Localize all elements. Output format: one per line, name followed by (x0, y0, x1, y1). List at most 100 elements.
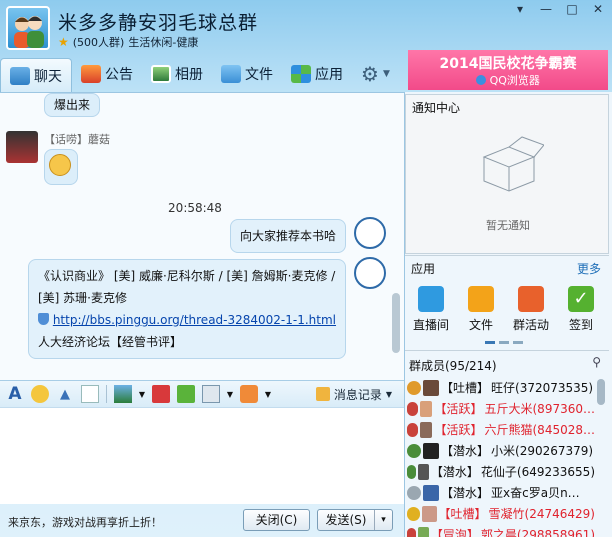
member-name: 雪凝竹(24746429) (488, 507, 595, 521)
app-activity[interactable]: 群活动 (509, 286, 553, 333)
member-row[interactable]: 【潜水】 小米(290267379) (407, 440, 595, 461)
role-icon (407, 422, 418, 437)
tab-files-label: 文件 (245, 67, 273, 83)
member-avatar (423, 442, 439, 459)
wizard-hat-icon[interactable]: ▲ (56, 385, 74, 403)
folder-icon (221, 65, 241, 83)
member-avatar (419, 400, 433, 417)
app-live[interactable]: 直播间 (409, 286, 453, 333)
member-name: 五斤大米(897360… (484, 402, 596, 416)
tab-announcement[interactable]: 公告 (72, 58, 142, 90)
close-button[interactable]: 关闭(C) (243, 509, 310, 531)
my-avatar[interactable] (354, 257, 386, 289)
app-files[interactable]: 文件 (459, 286, 503, 333)
search-icon[interactable]: ⚲ (592, 355, 601, 369)
apps-title: 应用 (411, 262, 436, 276)
member-name: 亚x奋c罗a贝n… (491, 486, 580, 500)
member-avatar (423, 379, 439, 396)
chevron-down-icon: ▼ (382, 69, 390, 79)
jd-promo-link[interactable]: 来京东，游戏对战再享折上折！ (8, 514, 162, 530)
member-avatar (418, 463, 429, 480)
skin-dropdown-button[interactable]: ▾ (510, 2, 530, 18)
my-avatar[interactable] (354, 217, 386, 249)
member-avatar (419, 421, 433, 438)
message-text: 向大家推荐本书哈 (240, 229, 337, 243)
message-input[interactable] (0, 408, 404, 504)
group-avatar[interactable] (6, 6, 50, 50)
chevron-down-icon[interactable]: ▼ (227, 385, 233, 403)
pager-dot[interactable] (499, 341, 509, 344)
role-icon (407, 485, 421, 500)
tab-chat-label: 聊天 (34, 68, 62, 85)
link-line: http://bbs.pinggu.org/thread-3284002-1-1… (38, 309, 336, 331)
sender-name[interactable]: 蘑菇 (88, 133, 110, 146)
message-timestamp: 20:58:48 (168, 201, 222, 215)
member-avatar (418, 526, 429, 537)
smiley-icon[interactable] (31, 385, 49, 403)
member-row[interactable]: 【活跃】 六斤熊猫(845028… (407, 419, 595, 440)
font-icon[interactable]: A (6, 384, 24, 404)
tab-files[interactable]: 文件 (212, 58, 282, 90)
emoji-icon (49, 154, 71, 176)
tab-apps-label: 应用 (315, 67, 343, 83)
history-label: 消息记录 (333, 387, 382, 402)
chevron-down-icon[interactable]: ▼ (139, 385, 145, 403)
apps-icon (291, 65, 311, 83)
note-icon[interactable] (81, 385, 99, 403)
message-history-button[interactable]: 消息记录 ▼ (315, 386, 392, 403)
title-bar: 米多多静安羽毛球总群 ★ (500人群) 生活休闲-健康 ▾ — □ ✕ (0, 0, 612, 56)
group-category[interactable]: 生活休闲-健康 (128, 34, 198, 50)
chat-scrollbar[interactable] (392, 293, 400, 353)
red-packet-icon[interactable] (152, 385, 170, 403)
settings-menu-button[interactable]: ⚙ ▼ (352, 58, 399, 90)
member-row[interactable]: 【吐槽】 旺仔(372073535) (407, 377, 595, 398)
role-icon (407, 443, 421, 458)
group-subline: ★ (500人群) 生活休闲-健康 (58, 34, 198, 50)
pager-dot[interactable] (485, 341, 495, 344)
ad-banner[interactable]: 2014国民校花争霸赛 QQ浏览器 (408, 50, 608, 90)
member-tag: 【潜水】 (430, 465, 479, 479)
screenshot-icon[interactable] (202, 385, 220, 403)
app-checkin[interactable]: ✓ 签到 (559, 286, 603, 333)
member-row[interactable]: 【潜水】 亚x奋c罗a贝n… (407, 482, 595, 503)
activity-flag-icon (518, 286, 544, 312)
member-row[interactable]: 【吐槽】 雪凝竹(24746429) (407, 503, 595, 524)
apps-more-link[interactable]: 更多 (577, 260, 601, 277)
gift-icon[interactable] (177, 385, 195, 403)
tab-chat[interactable]: 聊天 (0, 58, 72, 92)
member-scrollbar[interactable] (597, 379, 605, 405)
ad-subtitle-text: QQ浏览器 (489, 74, 540, 87)
pager-dot[interactable] (513, 341, 523, 344)
tab-apps[interactable]: 应用 (282, 58, 352, 90)
gear-icon: ⚙ (361, 62, 379, 86)
member-tag: 【冒泡】 (430, 528, 479, 537)
emoji-bubble (44, 149, 78, 185)
sender-avatar[interactable] (6, 131, 38, 163)
member-row[interactable]: 【活跃】 五斤大米(897360… (407, 398, 595, 419)
close-window-button[interactable]: ✕ (588, 2, 608, 18)
minimize-button[interactable]: — (536, 2, 556, 18)
member-row[interactable]: 【冒泡】 郭之晨(298858961) (407, 524, 595, 537)
member-tag: 【潜水】 (441, 486, 490, 500)
history-icon (315, 387, 330, 401)
send-options-arrow[interactable]: ▾ (374, 510, 392, 530)
member-row[interactable]: 【潜水】 花仙子(649233655) (407, 461, 595, 482)
tab-album[interactable]: 相册 (142, 58, 212, 90)
sender-line: 【话唠】蘑菇 (44, 131, 110, 147)
album-icon (151, 65, 171, 83)
role-icon (407, 401, 418, 416)
member-name: 旺仔(372073535) (491, 381, 594, 395)
music-icon[interactable] (240, 385, 258, 403)
rich-message-bubble: 《认识商业》 [美] 威廉·尼科尔斯 / [美] 詹姆斯·麦克修 / [美] 苏… (28, 259, 346, 359)
forum-link[interactable]: http://bbs.pinggu.org/thread-3284002-1-1… (53, 313, 336, 327)
image-icon[interactable] (114, 385, 132, 403)
maximize-button[interactable]: □ (562, 2, 582, 18)
folder-icon (468, 286, 494, 312)
chevron-down-icon[interactable]: ▼ (265, 385, 271, 403)
chat-history[interactable]: 爆出来 【话唠】蘑菇 20:58:48 向大家推荐本书哈 《认识商业》 [美] … (0, 92, 404, 380)
checkmark-icon: ✓ (568, 286, 594, 312)
send-button[interactable]: 发送(S) ▾ (317, 509, 393, 531)
app-label: 文件 (468, 318, 493, 332)
member-avatar (423, 484, 439, 501)
message-bubble: 爆出来 (44, 93, 101, 117)
